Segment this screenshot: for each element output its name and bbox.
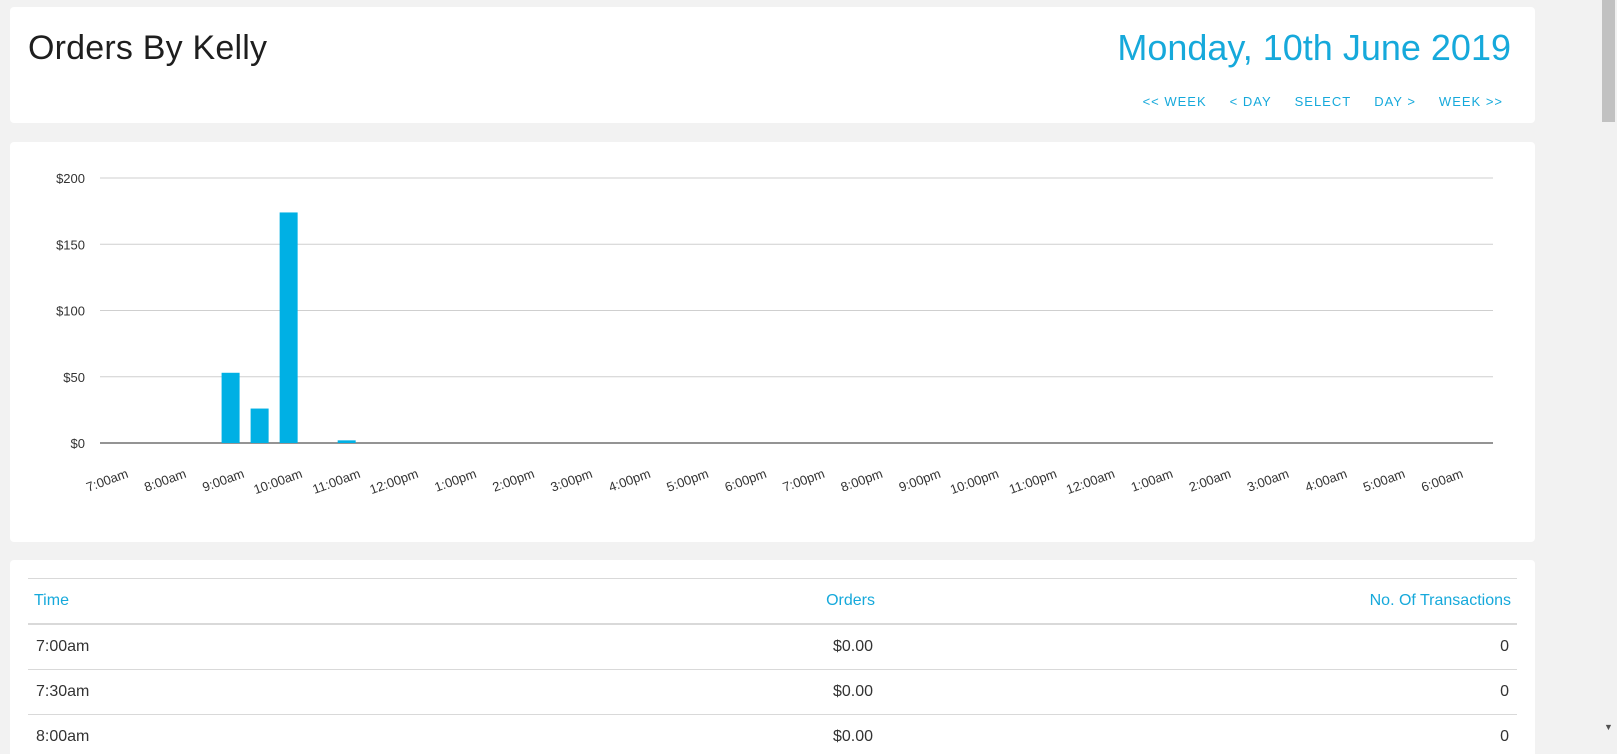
row-transactions-value: 0 (881, 669, 1517, 715)
bar (337, 440, 356, 443)
y-tick-label: $150 (56, 237, 85, 252)
x-tick-label: 11:00pm (1007, 466, 1059, 497)
scrollbar-thumb[interactable] (1602, 0, 1615, 122)
orders-table: Time Orders No. Of Transactions 7:00am $… (28, 578, 1517, 754)
x-tick-label: 5:00am (1361, 466, 1407, 495)
x-tick-label: 4:00pm (607, 466, 653, 495)
bar (279, 212, 298, 443)
column-header-orders[interactable]: Orders (265, 578, 881, 625)
row-orders-value: $0.00 (265, 714, 881, 754)
prev-week-link[interactable]: << WEEK (1143, 94, 1207, 109)
column-header-transactions[interactable]: No. Of Transactions (881, 578, 1517, 625)
x-tick-label: 9:00am (200, 466, 246, 495)
row-orders-value: $0.00 (265, 669, 881, 715)
x-tick-label: 12:00pm (368, 466, 421, 497)
scroll-down-arrow-icon[interactable]: ▼ (1600, 719, 1617, 736)
row-time-link[interactable]: 7:00am (28, 624, 265, 670)
bar (250, 408, 269, 443)
y-tick-label: $0 (71, 436, 85, 451)
table-card: Time Orders No. Of Transactions 7:00am $… (10, 560, 1535, 754)
x-tick-label: 6:00pm (723, 466, 769, 495)
date-navigation: << WEEK < DAY SELECT DAY > WEEK >> (1120, 94, 1503, 109)
x-tick-label: 10:00am (251, 466, 304, 497)
x-tick-label: 7:00pm (781, 466, 827, 495)
x-tick-label: 4:00am (1303, 466, 1349, 495)
x-tick-label: 3:00pm (548, 466, 594, 495)
chart-card: $0 $50 $100 $150 $200 7:00am 8:00am 9:00am 10:00… (10, 142, 1535, 542)
next-week-link[interactable]: WEEK >> (1439, 94, 1503, 109)
page: Orders By Kelly Monday, 10th June 2019 <… (0, 0, 1617, 754)
x-tick-label: 2:00pm (490, 466, 536, 495)
page-scrollbar[interactable]: ▼ (1600, 0, 1617, 754)
table-row: 7:00am $0.00 0 (28, 624, 1517, 670)
y-tick-label: $100 (56, 304, 85, 319)
x-tick-label: 6:00am (1419, 466, 1465, 495)
column-header-time[interactable]: Time (28, 578, 265, 625)
x-tick-label: 1:00am (1129, 466, 1175, 495)
select-date-link[interactable]: SELECT (1295, 94, 1352, 109)
next-day-link[interactable]: DAY > (1374, 94, 1416, 109)
row-transactions-value: 0 (881, 624, 1517, 670)
row-time-link[interactable]: 8:00am (28, 714, 265, 754)
table-header-row: Time Orders No. Of Transactions (28, 578, 1517, 625)
table-row: 7:30am $0.00 0 (28, 669, 1517, 715)
row-orders-value: $0.00 (265, 624, 881, 670)
x-tick-label: 2:00am (1187, 466, 1233, 495)
x-tick-label: 10:00pm (948, 466, 1001, 497)
x-tick-label: 1:00pm (432, 466, 478, 495)
row-transactions-value: 0 (881, 714, 1517, 754)
x-tick-label: 12:00am (1064, 466, 1117, 497)
bar (221, 372, 240, 443)
x-tick-label: 7:00am (84, 466, 130, 495)
page-title: Orders By Kelly (28, 29, 268, 67)
table-row: 8:00am $0.00 0 (28, 714, 1517, 754)
x-tick-label: 8:00am (142, 466, 188, 495)
x-tick-label: 11:00am (310, 466, 362, 497)
x-tick-label: 9:00pm (897, 466, 943, 495)
y-tick-label: $50 (63, 370, 85, 385)
x-tick-label: 8:00pm (839, 466, 885, 495)
row-time-link[interactable]: 7:30am (28, 669, 265, 715)
prev-day-link[interactable]: < DAY (1230, 94, 1272, 109)
x-tick-label: 3:00am (1245, 466, 1291, 495)
y-tick-label: $200 (56, 171, 85, 186)
selected-date: Monday, 10th June 2019 (1117, 27, 1511, 68)
header-card: Orders By Kelly Monday, 10th June 2019 <… (10, 7, 1535, 123)
orders-bar-chart: $0$50$100$150$2007:00am 8:00am 9:00am 10:00… (56, 171, 1493, 497)
x-tick-label: 5:00pm (665, 466, 711, 495)
